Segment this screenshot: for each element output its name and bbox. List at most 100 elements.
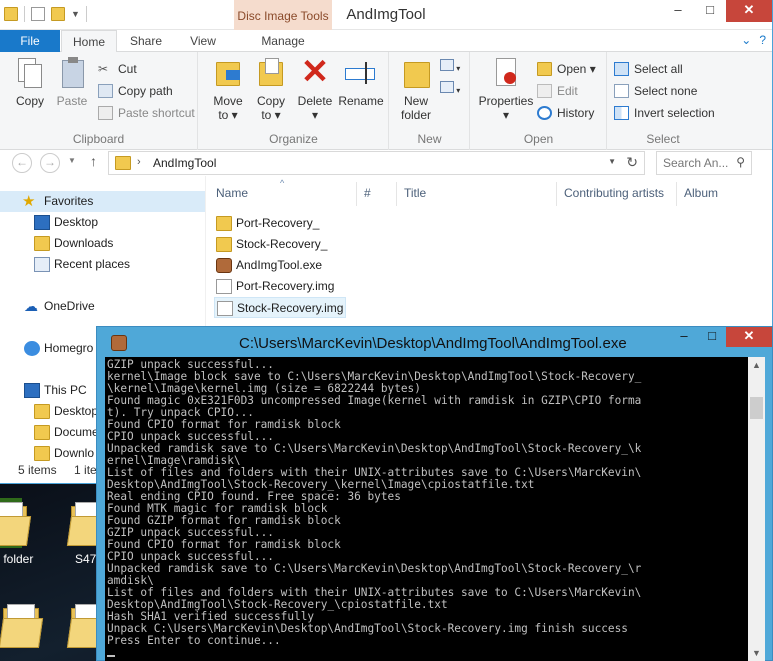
rename-button[interactable]: Rename <box>337 56 385 108</box>
sidebar-item-downloads[interactable]: Downloads <box>32 233 113 254</box>
tab-file[interactable]: File <box>0 30 60 52</box>
file-icon <box>217 301 233 316</box>
column-header-number[interactable]: # <box>364 186 371 200</box>
new-item-button[interactable]: ▾ <box>440 58 460 76</box>
sidebar-item-favorites[interactable]: ★ Favorites <box>0 191 205 212</box>
star-icon: ★ <box>22 193 36 210</box>
scroll-down-icon[interactable]: ▼ <box>748 645 765 661</box>
list-item[interactable]: Port-Recovery_ <box>214 213 364 234</box>
organize-group: Move to ▾ Copy to ▾ ✕ Delete ▾ Rename Or… <box>199 52 389 150</box>
sidebar-item-onedrive[interactable]: ☁ OneDrive <box>22 296 95 317</box>
folder-icon <box>115 156 131 170</box>
recent-locations-chevron-icon[interactable]: ▼ <box>68 156 76 165</box>
scrollbar-thumb[interactable] <box>750 397 763 419</box>
back-button[interactable]: ← <box>12 153 32 173</box>
console-output[interactable]: GZIP unpack successful... kernel\Image bl… <box>105 357 748 661</box>
divider <box>356 182 357 206</box>
folder-icon <box>216 216 232 231</box>
console-window-controls: – □ ✕ <box>670 327 772 347</box>
edit-icon <box>537 84 552 98</box>
column-header-album[interactable]: Album <box>684 186 718 200</box>
breadcrumb[interactable]: AndImgTool <box>153 156 216 170</box>
search-input[interactable]: Search An... ⚲ <box>656 151 752 175</box>
help-icon[interactable]: ? <box>759 33 766 47</box>
select-none-icon <box>614 84 629 98</box>
column-header-name[interactable]: Name <box>216 186 248 200</box>
tab-share[interactable]: Share <box>118 30 174 52</box>
clipboard-group: Copy Paste ✂ Cut Copy path Paste shortcu… <box>0 52 198 150</box>
breadcrumb-chevron-icon[interactable]: › <box>137 156 141 168</box>
new-folder-button[interactable]: New folder <box>394 56 438 122</box>
paste-button[interactable]: Paste <box>52 56 92 108</box>
desktop-icon-new-folder[interactable]: ew folder <box>0 502 44 566</box>
paste-shortcut-button[interactable]: Paste shortcut <box>98 104 195 122</box>
group-label: Organize <box>269 132 318 146</box>
divider <box>676 182 677 206</box>
properties-button[interactable]: Properties ▾ <box>477 56 535 122</box>
recent-places-icon <box>34 257 50 272</box>
clipboard-icon <box>56 56 88 90</box>
sidebar-item-desktop[interactable]: Desktop <box>32 212 98 233</box>
maximize-button[interactable]: □ <box>698 327 726 347</box>
application-icon <box>216 258 232 273</box>
sidebar-item-thispc[interactable]: This PC <box>22 380 87 401</box>
scroll-up-icon[interactable]: ▲ <box>748 357 765 373</box>
chevron-down-icon[interactable]: ▼ <box>608 157 616 166</box>
cut-button[interactable]: ✂ Cut <box>98 60 137 78</box>
copy-icon <box>14 56 46 90</box>
copy-path-icon <box>98 84 113 98</box>
minimize-button[interactable]: – <box>662 0 694 22</box>
delete-button[interactable]: ✕ Delete ▾ <box>295 55 335 122</box>
sidebar-item-recent[interactable]: Recent places <box>32 254 130 275</box>
tab-view[interactable]: View <box>176 30 230 52</box>
sidebar-item-pc-desktop[interactable]: Desktop <box>32 401 98 422</box>
desktop-icon-folder[interactable] <box>0 604 56 654</box>
console-cursor <box>107 655 115 657</box>
group-label: Clipboard <box>72 132 125 146</box>
status-item-count: 5 items <box>18 463 57 477</box>
group-label: Open <box>523 132 554 146</box>
folder-icon <box>0 604 44 648</box>
list-item[interactable]: Stock-Recovery_ <box>214 234 364 255</box>
maximize-button[interactable]: □ <box>694 0 726 22</box>
close-button[interactable]: ✕ <box>726 327 772 347</box>
application-icon <box>111 335 127 351</box>
address-bar[interactable]: › AndImgTool ▼ ↻ <box>108 151 645 175</box>
open-button[interactable]: Open ▾ <box>537 60 596 78</box>
easy-access-button[interactable]: ▾ <box>440 80 460 98</box>
chevron-down-icon[interactable]: ⌄ <box>741 33 751 47</box>
column-header-title[interactable]: Title <box>404 186 426 200</box>
sidebar-item-pc-documents[interactable]: Docume <box>32 422 99 443</box>
select-all-button[interactable]: Select all <box>614 60 683 78</box>
paste-shortcut-icon <box>98 106 113 120</box>
list-item[interactable]: Stock-Recovery.img <box>214 297 346 318</box>
copy-path-button[interactable]: Copy path <box>98 82 173 100</box>
edit-button[interactable]: Edit <box>537 82 578 100</box>
address-row: ← → ▼ ↑ › AndImgTool ▼ ↻ Search An... ⚲ <box>0 151 772 175</box>
new-folder-icon <box>400 56 432 90</box>
copy-to-button[interactable]: Copy to ▾ <box>251 56 291 122</box>
select-none-button[interactable]: Select none <box>614 82 697 100</box>
minimize-button[interactable]: – <box>670 327 698 347</box>
refresh-icon[interactable]: ↻ <box>626 154 638 171</box>
invert-selection-button[interactable]: Invert selection <box>614 104 715 122</box>
scissors-icon: ✂ <box>98 62 109 76</box>
history-button[interactable]: History <box>537 104 594 122</box>
up-arrow-icon[interactable]: ↑ <box>90 153 97 169</box>
list-item[interactable]: AndImgTool.exe <box>214 255 364 276</box>
forward-button[interactable]: → <box>40 153 60 173</box>
tab-manage[interactable]: Manage <box>234 30 332 52</box>
copy-button[interactable]: Copy <box>10 56 50 108</box>
tab-home[interactable]: Home <box>61 30 117 53</box>
column-header-artists[interactable]: Contributing artists <box>564 186 664 200</box>
list-item[interactable]: Port-Recovery.img <box>214 276 364 297</box>
ribbon-controls: ⌄ ? <box>741 33 766 47</box>
close-button[interactable]: ✕ <box>726 0 772 22</box>
move-to-button[interactable]: Move to ▾ <box>207 56 249 122</box>
sidebar-item-homegroup[interactable]: Homegro <box>22 338 93 359</box>
new-item-icon <box>440 59 454 71</box>
folder-icon <box>34 446 50 461</box>
scrollbar[interactable]: ▲ ▼ <box>748 357 765 661</box>
move-to-icon <box>212 56 244 90</box>
divider <box>556 182 557 206</box>
